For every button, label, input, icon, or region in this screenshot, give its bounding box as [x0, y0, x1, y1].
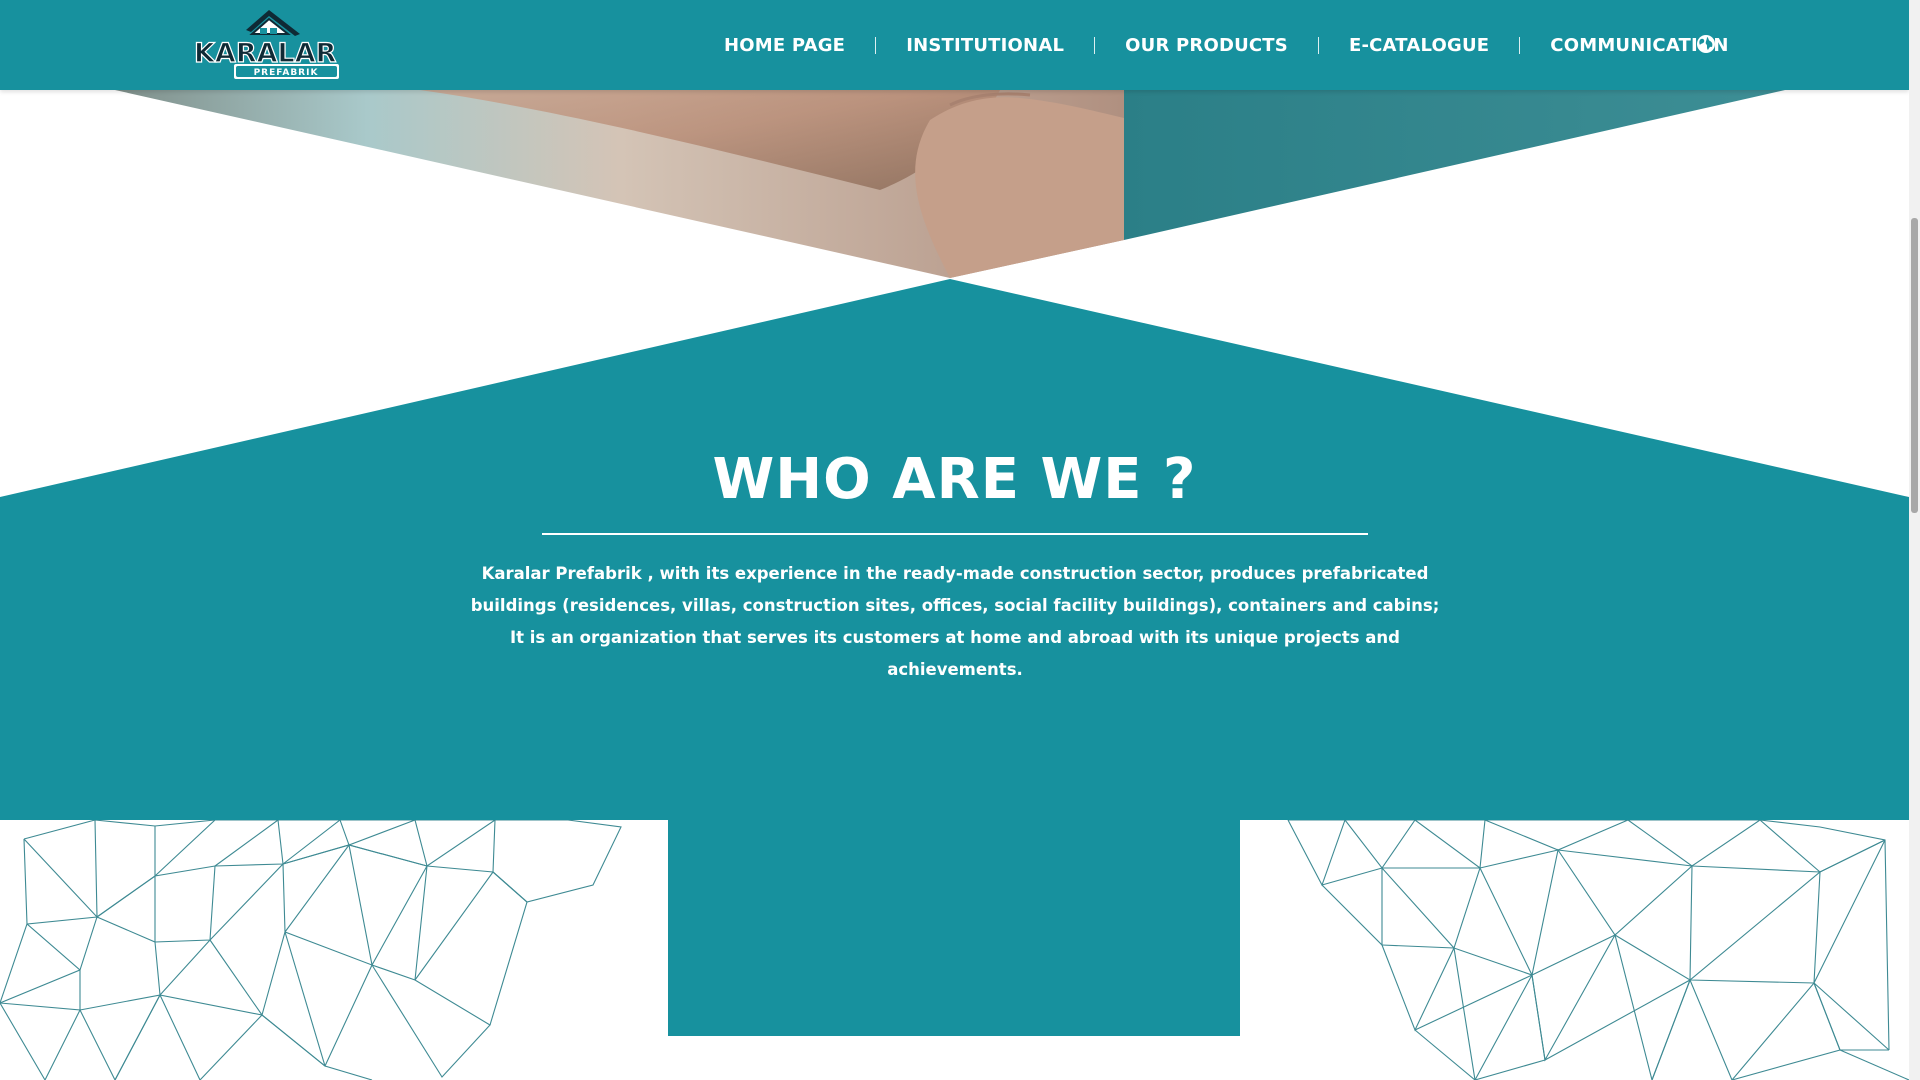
main-nav: HOME PAGE INSTITUTIONAL OUR PRODUCTS E-C…	[694, 0, 1759, 90]
section-title: WHO ARE WE ?	[712, 447, 1197, 512]
site-header: KARALAR PREFABRIK HOME PAGE INSTITUTIONA…	[0, 0, 1909, 90]
logo-sub-text: PREFABRIK	[254, 68, 319, 78]
about-paragraph: Karalar Prefabrik , with its experience …	[470, 558, 1440, 686]
nav-home-page[interactable]: HOME PAGE	[694, 0, 875, 90]
title-underline	[542, 533, 1368, 535]
scrollbar-thumb[interactable]	[1911, 218, 1918, 513]
nav-institutional[interactable]: INSTITUTIONAL	[876, 0, 1094, 90]
nav-communication[interactable]: COMMUNICATION	[1520, 0, 1758, 90]
nav-e-catalogue[interactable]: E-CATALOGUE	[1319, 0, 1519, 90]
page-scrollbar[interactable]	[1909, 0, 1920, 1080]
geometric-pattern-right	[1287, 820, 1909, 1080]
nav-our-products[interactable]: OUR PRODUCTS	[1095, 0, 1318, 90]
karalar-logo[interactable]: KARALAR PREFABRIK	[194, 8, 339, 80]
globe-icon[interactable]	[1696, 34, 1716, 54]
brand-name: Karalar Prefabrik	[481, 564, 642, 583]
center-teal-block	[668, 820, 1240, 1036]
geometric-pattern-left	[0, 820, 622, 1080]
page: WHO ARE WE ? Karalar Prefabrik , with it…	[0, 0, 1909, 1080]
